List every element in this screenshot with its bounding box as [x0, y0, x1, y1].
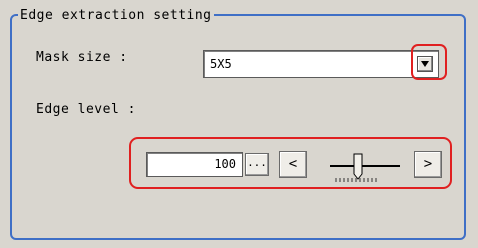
edge-level-input[interactable]: 100	[146, 152, 243, 177]
edge-level-increment-button[interactable]: >	[414, 151, 442, 178]
slider-ticks	[335, 178, 377, 182]
mask-size-value: 5X5	[210, 57, 232, 71]
edge-level-label: Edge level :	[36, 102, 136, 117]
edge-level-decrement-button[interactable]: <	[279, 151, 307, 178]
edge-level-slider[interactable]	[326, 148, 404, 186]
edge-level-value: 100	[214, 157, 236, 171]
mask-size-select[interactable]: 5X5	[203, 50, 439, 78]
mask-size-label: Mask size :	[36, 50, 128, 65]
dropdown-highlight	[411, 44, 447, 80]
slider-thumb	[353, 153, 363, 180]
edge-extraction-group	[10, 14, 466, 240]
edge-level-browse-button[interactable]: ...	[245, 153, 269, 176]
group-title: Edge extraction setting	[18, 8, 214, 23]
